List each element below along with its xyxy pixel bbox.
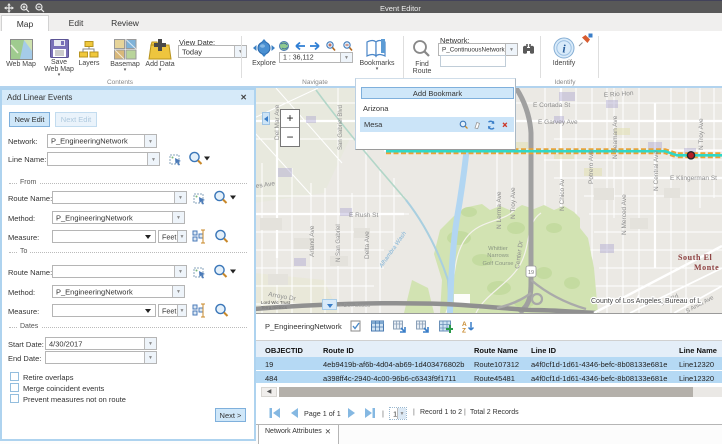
svg-text:Terra metrics: Terra metrics <box>261 305 288 310</box>
svg-text:E Garvey Ave: E Garvey Ave <box>538 119 578 126</box>
svg-text:E Rush St: E Rush St <box>349 212 378 219</box>
svg-text:Potrero Ave: Potrero Ave <box>588 150 595 184</box>
svg-text:N San Gabriel: N San Gabriel <box>336 224 342 262</box>
svg-text:E Cortada St: E Cortada St <box>533 102 570 109</box>
svg-text:N Lerma Ave: N Lerma Ave <box>496 191 503 229</box>
svg-text:N Chico Av: N Chico Av <box>559 178 566 211</box>
svg-text:N Central Ave: N Central Ave <box>653 151 660 191</box>
svg-text:Z: Z <box>462 328 466 334</box>
svg-text:19: 19 <box>528 270 534 276</box>
svg-text:Page 1 of 1: Page 1 of 1 <box>304 409 341 418</box>
svg-text:Whittier: Whittier <box>488 246 508 252</box>
svg-text:Delta Ave: Delta Ave <box>364 231 371 259</box>
svg-text:South El: South El <box>678 253 713 262</box>
svg-text:N Seaman Ave: N Seaman Ave <box>612 115 619 159</box>
svg-text:N Troy Ave: N Troy Ave <box>698 118 705 150</box>
svg-text:Narrows: Narrows <box>487 253 509 259</box>
svg-text:County of Los Angeles, Bureau: County of Los Angeles, Bureau of L <box>591 298 701 305</box>
svg-text:Arland Ave: Arland Ave <box>309 225 316 257</box>
svg-text:N Merced Ave: N Merced Ave <box>621 194 628 235</box>
svg-text:N Troy Ave: N Troy Ave <box>510 187 517 219</box>
svg-text:Monte: Monte <box>694 263 719 272</box>
svg-text:Golf Course: Golf Course <box>483 261 514 267</box>
svg-text:• Don Bosco: • Don Bosco <box>340 303 370 309</box>
svg-text:San Gabriel Blvd: San Gabriel Blvd <box>338 105 344 150</box>
svg-text:E Klingerman St: E Klingerman St <box>670 175 717 182</box>
